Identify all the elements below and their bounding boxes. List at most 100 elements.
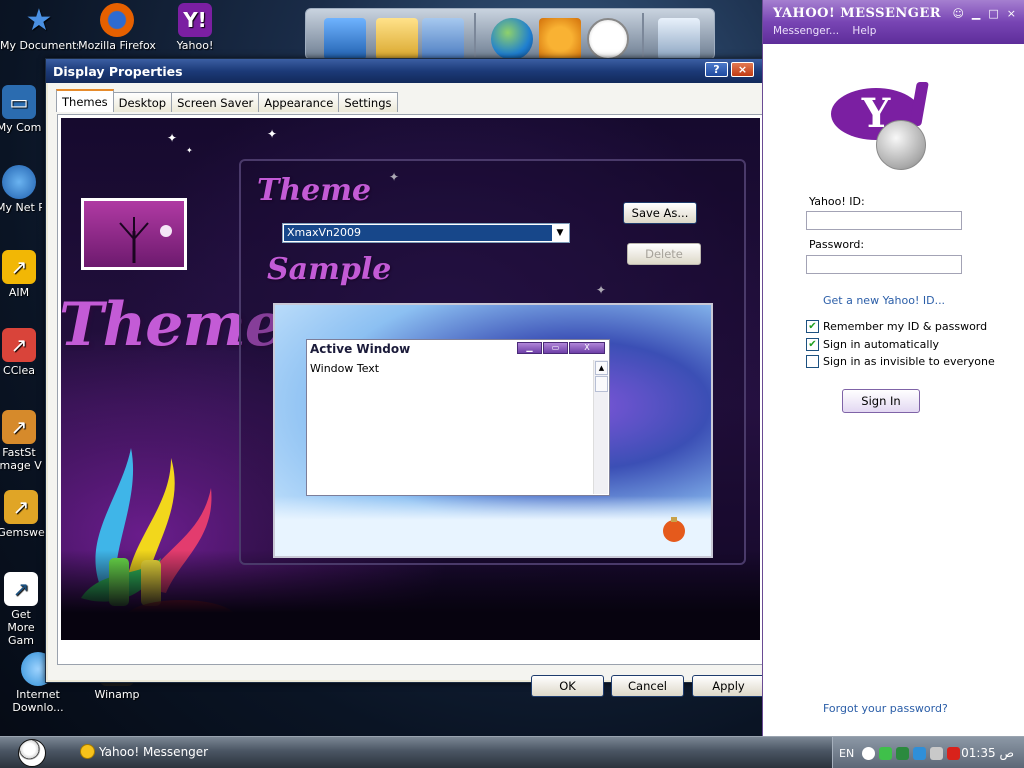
volume-tray-icon[interactable] [930, 746, 944, 760]
start-button-soccer-ball-icon[interactable] [18, 739, 46, 767]
maximize-icon[interactable]: □ [988, 7, 998, 20]
clock-icon[interactable] [587, 18, 629, 60]
new-id-link[interactable]: Get a new Yahoo! ID... [823, 294, 945, 307]
firefox-icon [100, 3, 134, 37]
scroll-thumb [595, 376, 608, 392]
gem-icon: ↗ [4, 490, 38, 524]
theme-select[interactable]: XmaxVn2009 ▼ [282, 223, 570, 243]
sparkle-icon: ✦ [267, 127, 278, 141]
theme-sample-preview: Active Window ▁ ▭ X Window Text ▲ [273, 303, 713, 558]
invisible-label: Sign in as invisible to everyone [823, 355, 995, 368]
save-as-button[interactable]: Save As... [623, 202, 697, 224]
apply-button[interactable]: Apply [692, 675, 765, 697]
menu-help[interactable]: Help [852, 25, 876, 37]
taskbar-item-label: Yahoo! Messenger [99, 744, 209, 759]
help-button[interactable]: ? [705, 62, 728, 77]
menu-messenger[interactable]: Messenger... [773, 25, 839, 37]
remember-checkbox[interactable]: ✔ Remember my ID & password [806, 320, 987, 333]
chevron-down-icon[interactable]: ▼ [552, 225, 568, 241]
desktop-icon-label: Gemswe [0, 526, 45, 539]
desktop-icon-network[interactable]: My Net Plac [0, 165, 42, 214]
ok-button[interactable]: OK [531, 675, 604, 697]
dock-separator [474, 13, 476, 57]
desktop-icon-get-more-games[interactable]: ↗ Get More Gam [0, 572, 46, 647]
forgot-password-link[interactable]: Forgot your password? [823, 702, 948, 715]
dock-separator [642, 13, 644, 57]
checkbox-checked-icon: ✔ [806, 338, 819, 351]
tab-settings[interactable]: Settings [338, 92, 398, 112]
taskbar-item-yahoo-messenger[interactable]: Yahoo! Messenger [80, 744, 208, 759]
yahoo-id-input[interactable] [806, 211, 962, 230]
quick-launch-dock [305, 8, 715, 60]
messenger-tray-icon[interactable] [862, 746, 876, 760]
invisible-checkbox[interactable]: Sign in as invisible to everyone [806, 355, 995, 368]
ccleaner-icon: ↗ [2, 328, 36, 362]
desktop-icon-my-computer[interactable]: ▭ My Com [0, 85, 42, 134]
checkbox-unchecked-icon [806, 355, 819, 368]
smiley-icon[interactable]: ☺ [952, 7, 963, 20]
tab-desktop[interactable]: Desktop [112, 92, 173, 112]
desktop-icon-yahoo[interactable]: Y! Yahoo! [156, 3, 234, 52]
sample-active-window: Active Window ▁ ▭ X Window Text ▲ [306, 339, 610, 496]
checkbox-checked-icon: ✔ [806, 320, 819, 333]
network-icon[interactable] [422, 18, 464, 60]
desktop-icon-gemsweeper[interactable]: ↗ Gemswe [0, 490, 46, 539]
yahoo-logo-exclamation [909, 82, 929, 126]
security-tray-icon[interactable] [896, 746, 910, 760]
antivirus-tray-icon[interactable] [947, 746, 961, 760]
tree-icon [119, 217, 172, 263]
desktop-icon-faststone[interactable]: ↗ FastSt Image V [0, 410, 42, 472]
password-label: Password: [809, 238, 865, 251]
tab-appearance[interactable]: Appearance [258, 92, 340, 112]
delete-button[interactable]: Delete [627, 243, 701, 265]
maximize-icon: ▭ [543, 342, 568, 354]
desktop-icon-label: My Net Plac [0, 201, 42, 214]
tab-screen-saver[interactable]: Screen Saver [171, 92, 260, 112]
globe-icon [2, 165, 36, 199]
sample-heading: Sample [267, 252, 392, 287]
network-tray-icon[interactable] [879, 746, 893, 760]
desktop-icon-label: My Documents [0, 39, 78, 52]
display-properties-window: Display Properties ? × Themes Desktop Sc… [45, 58, 775, 697]
tab-themes[interactable]: Themes [56, 89, 114, 112]
desktop-icon-label: AIM [8, 286, 30, 299]
theme-select-value: XmaxVn2009 [284, 225, 552, 241]
computer-icon: ▭ [2, 85, 36, 119]
close-button[interactable]: × [731, 62, 754, 77]
desktop-icon-my-documents[interactable]: ★ My Documents [0, 3, 78, 52]
desktop-icon-label: Winamp [94, 688, 140, 701]
messenger-title-bar[interactable]: YAHOO! MESSENGER Messenger... Help ☺ ▁ □… [763, 0, 1024, 44]
snow-drift [275, 496, 711, 556]
theme-background-art: ✦ ✦ ✦ ✦ ✦ Themes Theme Sample XmaxVn2009… [61, 118, 760, 640]
media-player-icon[interactable] [539, 18, 581, 60]
desktop-icon-label: CClea [3, 364, 35, 377]
desktop-icon-label: Mozilla Firefox [78, 39, 156, 52]
desktop-icon-aim[interactable]: ↗ AIM [0, 250, 42, 299]
star-icon: ★ [25, 2, 53, 38]
close-icon[interactable]: × [1007, 7, 1016, 20]
title-bar[interactable]: Display Properties ? × [46, 59, 774, 83]
globe-icon[interactable] [491, 18, 533, 60]
desktop-icon-ccleaner[interactable]: ↗ CClea [0, 328, 42, 377]
folder-icon[interactable] [376, 18, 418, 60]
cancel-button[interactable]: Cancel [611, 675, 684, 697]
clock[interactable]: 01:35 ص [961, 746, 1014, 760]
desktop-icon-label: Get More Gam [7, 608, 35, 647]
desktop-icon-firefox[interactable]: Mozilla Firefox [78, 3, 156, 52]
language-indicator[interactable]: EN [839, 747, 854, 760]
ornament-icon [663, 517, 685, 542]
tab-strip: Themes Desktop Screen Saver Appearance S… [56, 89, 398, 112]
download-tray-icon[interactable] [913, 746, 927, 760]
desktop-icon-label: Internet Downlo... [12, 688, 64, 714]
scroll-up-icon: ▲ [595, 361, 608, 375]
yahoo-icon: Y! [178, 3, 212, 37]
sample-window-text: Window Text [310, 362, 380, 375]
minimize-icon[interactable]: ▁ [972, 7, 980, 20]
recycle-bin-icon[interactable] [658, 18, 700, 60]
sign-in-button[interactable]: Sign In [842, 389, 920, 413]
auto-signin-label: Sign in automatically [823, 338, 940, 351]
monitor-icon[interactable] [324, 18, 366, 60]
password-input[interactable] [806, 255, 962, 274]
desktop-icon-label: FastSt Image V [0, 446, 42, 472]
auto-signin-checkbox[interactable]: ✔ Sign in automatically [806, 338, 939, 351]
